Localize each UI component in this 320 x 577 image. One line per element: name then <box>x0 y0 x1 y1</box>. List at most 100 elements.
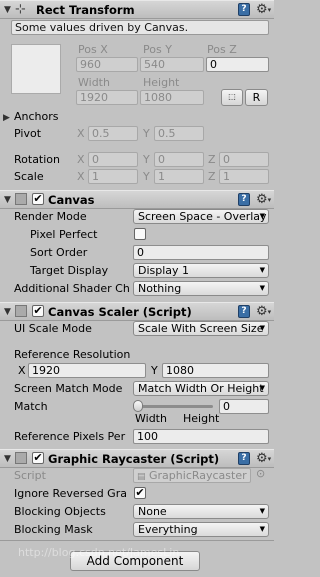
target-display-dropdown[interactable]: Display 1 ▼ <box>133 263 269 278</box>
help-book-icon[interactable]: ? <box>238 193 250 206</box>
match-label: Match <box>14 400 48 413</box>
rect-transform-icon: ⊹ <box>15 2 26 17</box>
help-book-icon[interactable]: ? <box>238 305 250 318</box>
object-picker-icon: ⊙ <box>256 467 266 480</box>
raw-edit-button[interactable]: R <box>245 89 268 106</box>
foldout-arrow-icon[interactable]: ▼ <box>4 307 11 317</box>
blocking-objects-dropdown[interactable]: None ▼ <box>133 504 269 519</box>
ui-scale-mode-dropdown[interactable]: Scale With Screen Size ▼ <box>133 321 269 336</box>
pivot-label: Pivot <box>14 127 42 140</box>
blocking-mask-dropdown[interactable]: Everything ▼ <box>133 522 269 537</box>
render-mode-value: Screen Space - Overlay <box>138 210 267 223</box>
scale-x-label: X <box>77 170 85 183</box>
dropdown-arrow-icon: ▼ <box>259 284 265 292</box>
gear-icon[interactable]: ⚙▾ <box>256 193 271 208</box>
ui-scale-mode-value: Scale With Screen Size <box>138 322 264 335</box>
reference-y-field[interactable]: 1080 <box>162 363 269 378</box>
scale-x-field[interactable]: 1 <box>88 169 138 184</box>
dropdown-arrow-icon: ▼ <box>259 212 265 220</box>
scale-z-field[interactable]: 1 <box>219 169 269 184</box>
scale-z-label: Z <box>208 170 216 183</box>
match-value-field[interactable]: 0 <box>219 399 269 414</box>
blocking-objects-label: Blocking Objects <box>14 505 106 518</box>
canvas-scaler-icon <box>15 305 27 317</box>
pos-x-label: Pos X <box>78 43 108 56</box>
watermark: http://blog.csdn.net/JamesLin <box>18 546 180 559</box>
match-slider-handle[interactable] <box>133 400 143 412</box>
raycaster-enabled-checkbox[interactable]: ✔ <box>32 452 44 464</box>
anchor-presets-button[interactable] <box>11 44 61 94</box>
ignore-reversed-label: Ignore Reversed Gra <box>14 487 127 500</box>
pos-z-field[interactable]: 0 <box>206 57 269 72</box>
pivot-y-field[interactable]: 0.5 <box>154 126 204 141</box>
pivot-x-field[interactable]: 0.5 <box>88 126 138 141</box>
blocking-mask-label: Blocking Mask <box>14 523 93 536</box>
rotation-y-field[interactable]: 0 <box>154 152 204 167</box>
gear-icon[interactable]: ⚙▾ <box>256 452 271 467</box>
height-field[interactable]: 1080 <box>140 90 204 105</box>
canvas-scaler-enabled-checkbox[interactable]: ✔ <box>32 305 44 317</box>
scale-label: Scale <box>14 170 44 183</box>
width-field[interactable]: 1920 <box>76 90 138 105</box>
graphic-raycaster-header[interactable]: ▼ ✔ Graphic Raycaster (Script) ? ⚙▾ <box>0 449 274 468</box>
reference-resolution-label: Reference Resolution <box>14 348 131 361</box>
additional-shader-dropdown[interactable]: Nothing ▼ <box>133 281 269 296</box>
component-title: Rect Transform <box>36 3 135 17</box>
blocking-objects-value: None <box>138 505 167 518</box>
screen-match-mode-dropdown[interactable]: Match Width Or Height ▼ <box>133 381 269 396</box>
canvas-header[interactable]: ▼ ✔ Canvas ? ⚙▾ <box>0 190 274 209</box>
width-label: Width <box>78 76 110 89</box>
match-slider-track[interactable] <box>137 405 213 408</box>
rotation-z-field[interactable]: 0 <box>219 152 269 167</box>
foldout-arrow-icon[interactable]: ▼ <box>4 454 11 464</box>
scale-y-label: Y <box>143 170 150 183</box>
render-mode-dropdown[interactable]: Screen Space - Overlay ▼ <box>133 209 269 224</box>
reference-x-field[interactable]: 1920 <box>28 363 146 378</box>
foldout-arrow-icon[interactable]: ▼ <box>4 195 11 205</box>
additional-shader-label: Additional Shader Ch <box>14 282 130 295</box>
script-object-field: ▤ GraphicRaycaster <box>133 468 251 483</box>
gear-icon[interactable]: ⚙▾ <box>256 305 271 320</box>
sort-order-label: Sort Order <box>30 246 88 259</box>
pixel-perfect-checkbox[interactable] <box>134 228 146 240</box>
gear-icon[interactable]: ⚙▾ <box>256 3 271 18</box>
pos-x-field[interactable]: 960 <box>76 57 138 72</box>
script-file-icon: ▤ <box>137 472 146 482</box>
height-label: Height <box>143 76 180 89</box>
reference-pixels-label: Reference Pixels Per <box>14 430 126 443</box>
help-book-icon[interactable]: ? <box>238 452 250 465</box>
pos-z-label: Pos Z <box>207 43 237 56</box>
script-value: GraphicRaycaster <box>149 469 247 482</box>
help-book-icon[interactable]: ? <box>238 3 250 16</box>
reference-pixels-field[interactable]: 100 <box>133 429 269 444</box>
anchors-foldout-icon[interactable]: ▶ <box>3 113 10 123</box>
pos-y-field[interactable]: 540 <box>140 57 204 72</box>
pixel-perfect-label: Pixel Perfect <box>30 228 98 241</box>
dropdown-arrow-icon: ▼ <box>259 384 265 392</box>
pos-y-label: Pos Y <box>143 43 172 56</box>
sort-order-field[interactable]: 0 <box>133 245 269 260</box>
ui-scale-mode-label: UI Scale Mode <box>14 322 92 335</box>
slider-width-label: Width <box>135 412 167 425</box>
component-title: Canvas <box>48 193 95 207</box>
driven-info-box: Some values driven by Canvas. <box>11 20 269 35</box>
anchors-label[interactable]: Anchors <box>14 110 59 123</box>
dropdown-arrow-icon: ▼ <box>259 507 265 515</box>
rotation-x-field[interactable]: 0 <box>88 152 138 167</box>
reference-x-label: X <box>18 364 26 377</box>
component-title: Canvas Scaler (Script) <box>48 305 192 319</box>
scale-y-field[interactable]: 1 <box>154 169 204 184</box>
additional-shader-value: Nothing <box>138 282 182 295</box>
ignore-reversed-checkbox[interactable]: ✔ <box>134 487 146 499</box>
dropdown-arrow-icon: ▼ <box>259 525 265 533</box>
canvas-scaler-header[interactable]: ▼ ✔ Canvas Scaler (Script) ? ⚙▾ <box>0 302 274 321</box>
rect-transform-header[interactable]: ▼ ⊹ Rect Transform ? ⚙▾ <box>0 0 274 19</box>
script-label: Script <box>14 469 46 482</box>
rotation-x-label: X <box>77 153 85 166</box>
render-mode-label: Render Mode <box>14 210 87 223</box>
component-title: Graphic Raycaster (Script) <box>48 452 220 466</box>
pivot-x-label: X <box>77 127 85 140</box>
canvas-enabled-checkbox[interactable]: ✔ <box>32 193 44 205</box>
blueprint-mode-button[interactable]: ⬚ <box>221 89 243 106</box>
foldout-arrow-icon[interactable]: ▼ <box>4 5 11 15</box>
